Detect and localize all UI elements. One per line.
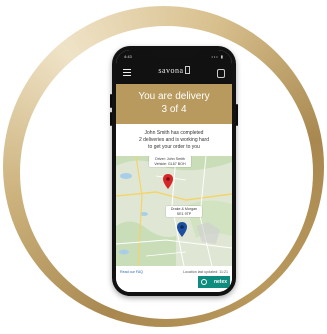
delivery-map[interactable]: Driver: John Smith Vehicle: GL67 BOH Dra… [116,156,232,266]
banner-line1: You are delivery [138,91,210,102]
destination-pin-icon[interactable] [177,222,187,237]
destination-postcode: SE1 9TP [176,211,192,216]
message-line: John Smith has completed [144,130,204,136]
logo-text: savona [158,66,184,75]
message-line: 2 deliveries and is working hard [138,137,210,143]
hamburger-icon[interactable] [123,69,131,76]
notch [152,50,196,58]
power-button [236,104,238,126]
account-icon[interactable] [217,69,225,78]
driver-callout: Driver: John Smith Vehicle: GL67 BOH [149,156,191,167]
driver-name: Driver: John Smith [155,157,185,161]
netex-logo-icon [201,279,207,285]
faq-link[interactable]: Read our FAQ [120,270,143,274]
volume-button [110,94,112,108]
footer: Read our FAQ Location last updated: 11:2… [116,266,232,292]
destination-callout: Drake & Morgan SE1 9TP [166,206,202,217]
logo-mark-icon [184,66,190,74]
phone-frame: 4:43 ••• ▮ savona You are delivery 3 of … [110,46,238,296]
app-bar: savona [116,62,232,84]
savona-logo: savona [152,66,196,75]
location-updated: Location last updated: 11:21 [183,270,228,274]
message-line: to get your order to you [148,144,200,150]
netex-badge: netex [198,276,230,288]
netex-label: netex [213,279,227,285]
volume-button [110,112,112,126]
driver-vehicle: Vehicle: GL67 BOH [154,161,186,166]
phone-screen: 4:43 ••• ▮ savona You are delivery 3 of … [116,50,232,292]
delivery-banner: You are delivery 3 of 4 [116,84,232,124]
status-time: 4:43 [124,54,132,59]
driver-message: John Smith has completed 2 deliveries an… [122,130,226,151]
signal-indicator: ••• ▮ [211,54,224,59]
driver-pin-icon[interactable] [163,174,173,189]
destination-name: Drake & Morgan [170,207,198,211]
delivery-position: 3 of 4 [161,104,187,115]
